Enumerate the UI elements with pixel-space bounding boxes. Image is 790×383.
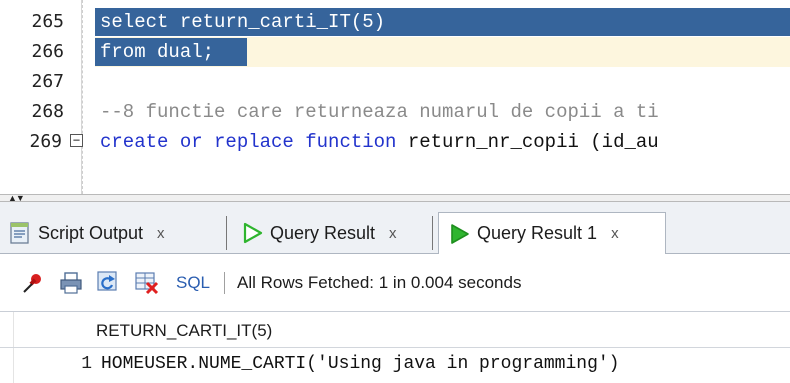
sql-link[interactable]: SQL xyxy=(176,273,210,293)
tab-query-result-1[interactable]: Query Result 1 x xyxy=(438,212,666,255)
fetch-status-text: All Rows Fetched: 1 in 0.004 seconds xyxy=(237,272,522,292)
refresh-query-icon xyxy=(97,270,117,291)
run-arrow-icon xyxy=(243,222,263,244)
code-text[interactable]: select return_carti_IT(5) xyxy=(100,7,385,37)
cancel-query-button[interactable] xyxy=(134,270,160,296)
tab-label: Query Result xyxy=(270,222,376,243)
code-comment[interactable]: --8 functie care returneaza numarul de c… xyxy=(100,97,659,127)
line-number: 268 xyxy=(31,101,64,122)
sql-editor[interactable]: 265 select return_carti_IT(5) 266 from d… xyxy=(0,0,790,194)
result-grid[interactable]: RETURN_CARTI_IT(5) 1 HOMEUSER.NUME_CARTI… xyxy=(0,312,790,383)
header-divider xyxy=(0,347,790,348)
script-output-icon xyxy=(10,222,29,244)
printer-icon xyxy=(60,271,82,294)
editor-line-268[interactable]: 268 --8 functie care returneaza numarul … xyxy=(0,97,790,127)
row-number[interactable]: 1 xyxy=(60,349,96,379)
column-header[interactable]: RETURN_CARTI_IT(5) xyxy=(96,316,272,346)
editor-line-269[interactable]: 269 − create or replace function return_… xyxy=(0,127,790,157)
tab-divider xyxy=(432,216,433,250)
editor-line-267[interactable]: 267 xyxy=(0,67,790,97)
line-number: 269 xyxy=(29,131,62,152)
close-tab-icon[interactable]: x xyxy=(157,225,165,242)
run-arrow-icon xyxy=(451,223,469,244)
line-number: 265 xyxy=(31,11,64,32)
tab-query-result[interactable]: Query Result x xyxy=(232,212,407,254)
close-tab-icon[interactable]: x xyxy=(389,225,397,242)
tab-label: Script Output xyxy=(38,222,144,243)
table-cell[interactable]: HOMEUSER.NUME_CARTI('Using java in progr… xyxy=(101,349,619,379)
freeze-pin-button[interactable] xyxy=(20,270,46,296)
editor-line-266[interactable]: 266 from dual; xyxy=(0,37,790,67)
tab-script-output[interactable]: Script Output x xyxy=(0,212,175,254)
pin-icon xyxy=(23,273,41,293)
close-tab-icon[interactable]: x xyxy=(611,225,619,242)
tab-label: Query Result 1 xyxy=(477,223,598,243)
identifier-text: return_nr_copii (id_au xyxy=(396,131,659,153)
tab-divider xyxy=(226,216,227,250)
result-tab-bar: Script Output x Query Result x Query Res… xyxy=(0,202,790,255)
keyword-text: create or replace function xyxy=(100,131,397,153)
delete-grid-icon xyxy=(135,271,159,294)
code-text[interactable]: from dual; xyxy=(100,37,214,67)
print-button[interactable] xyxy=(58,270,84,296)
line-number: 266 xyxy=(31,41,64,62)
fold-collapse-icon[interactable]: − xyxy=(70,134,83,147)
result-toolbar: SQL All Rows Fetched: 1 in 0.004 seconds xyxy=(0,254,790,312)
line-number-partial xyxy=(14,179,64,194)
panel-splitter[interactable]: ▲▼ xyxy=(0,194,790,203)
line-number: 267 xyxy=(31,71,64,92)
refresh-button[interactable] xyxy=(96,270,122,296)
code-text[interactable]: create or replace function return_nr_cop… xyxy=(100,127,659,157)
toolbar-divider xyxy=(224,271,226,294)
editor-line-partial xyxy=(0,157,790,187)
editor-line-265[interactable]: 265 select return_carti_IT(5) xyxy=(0,7,790,37)
